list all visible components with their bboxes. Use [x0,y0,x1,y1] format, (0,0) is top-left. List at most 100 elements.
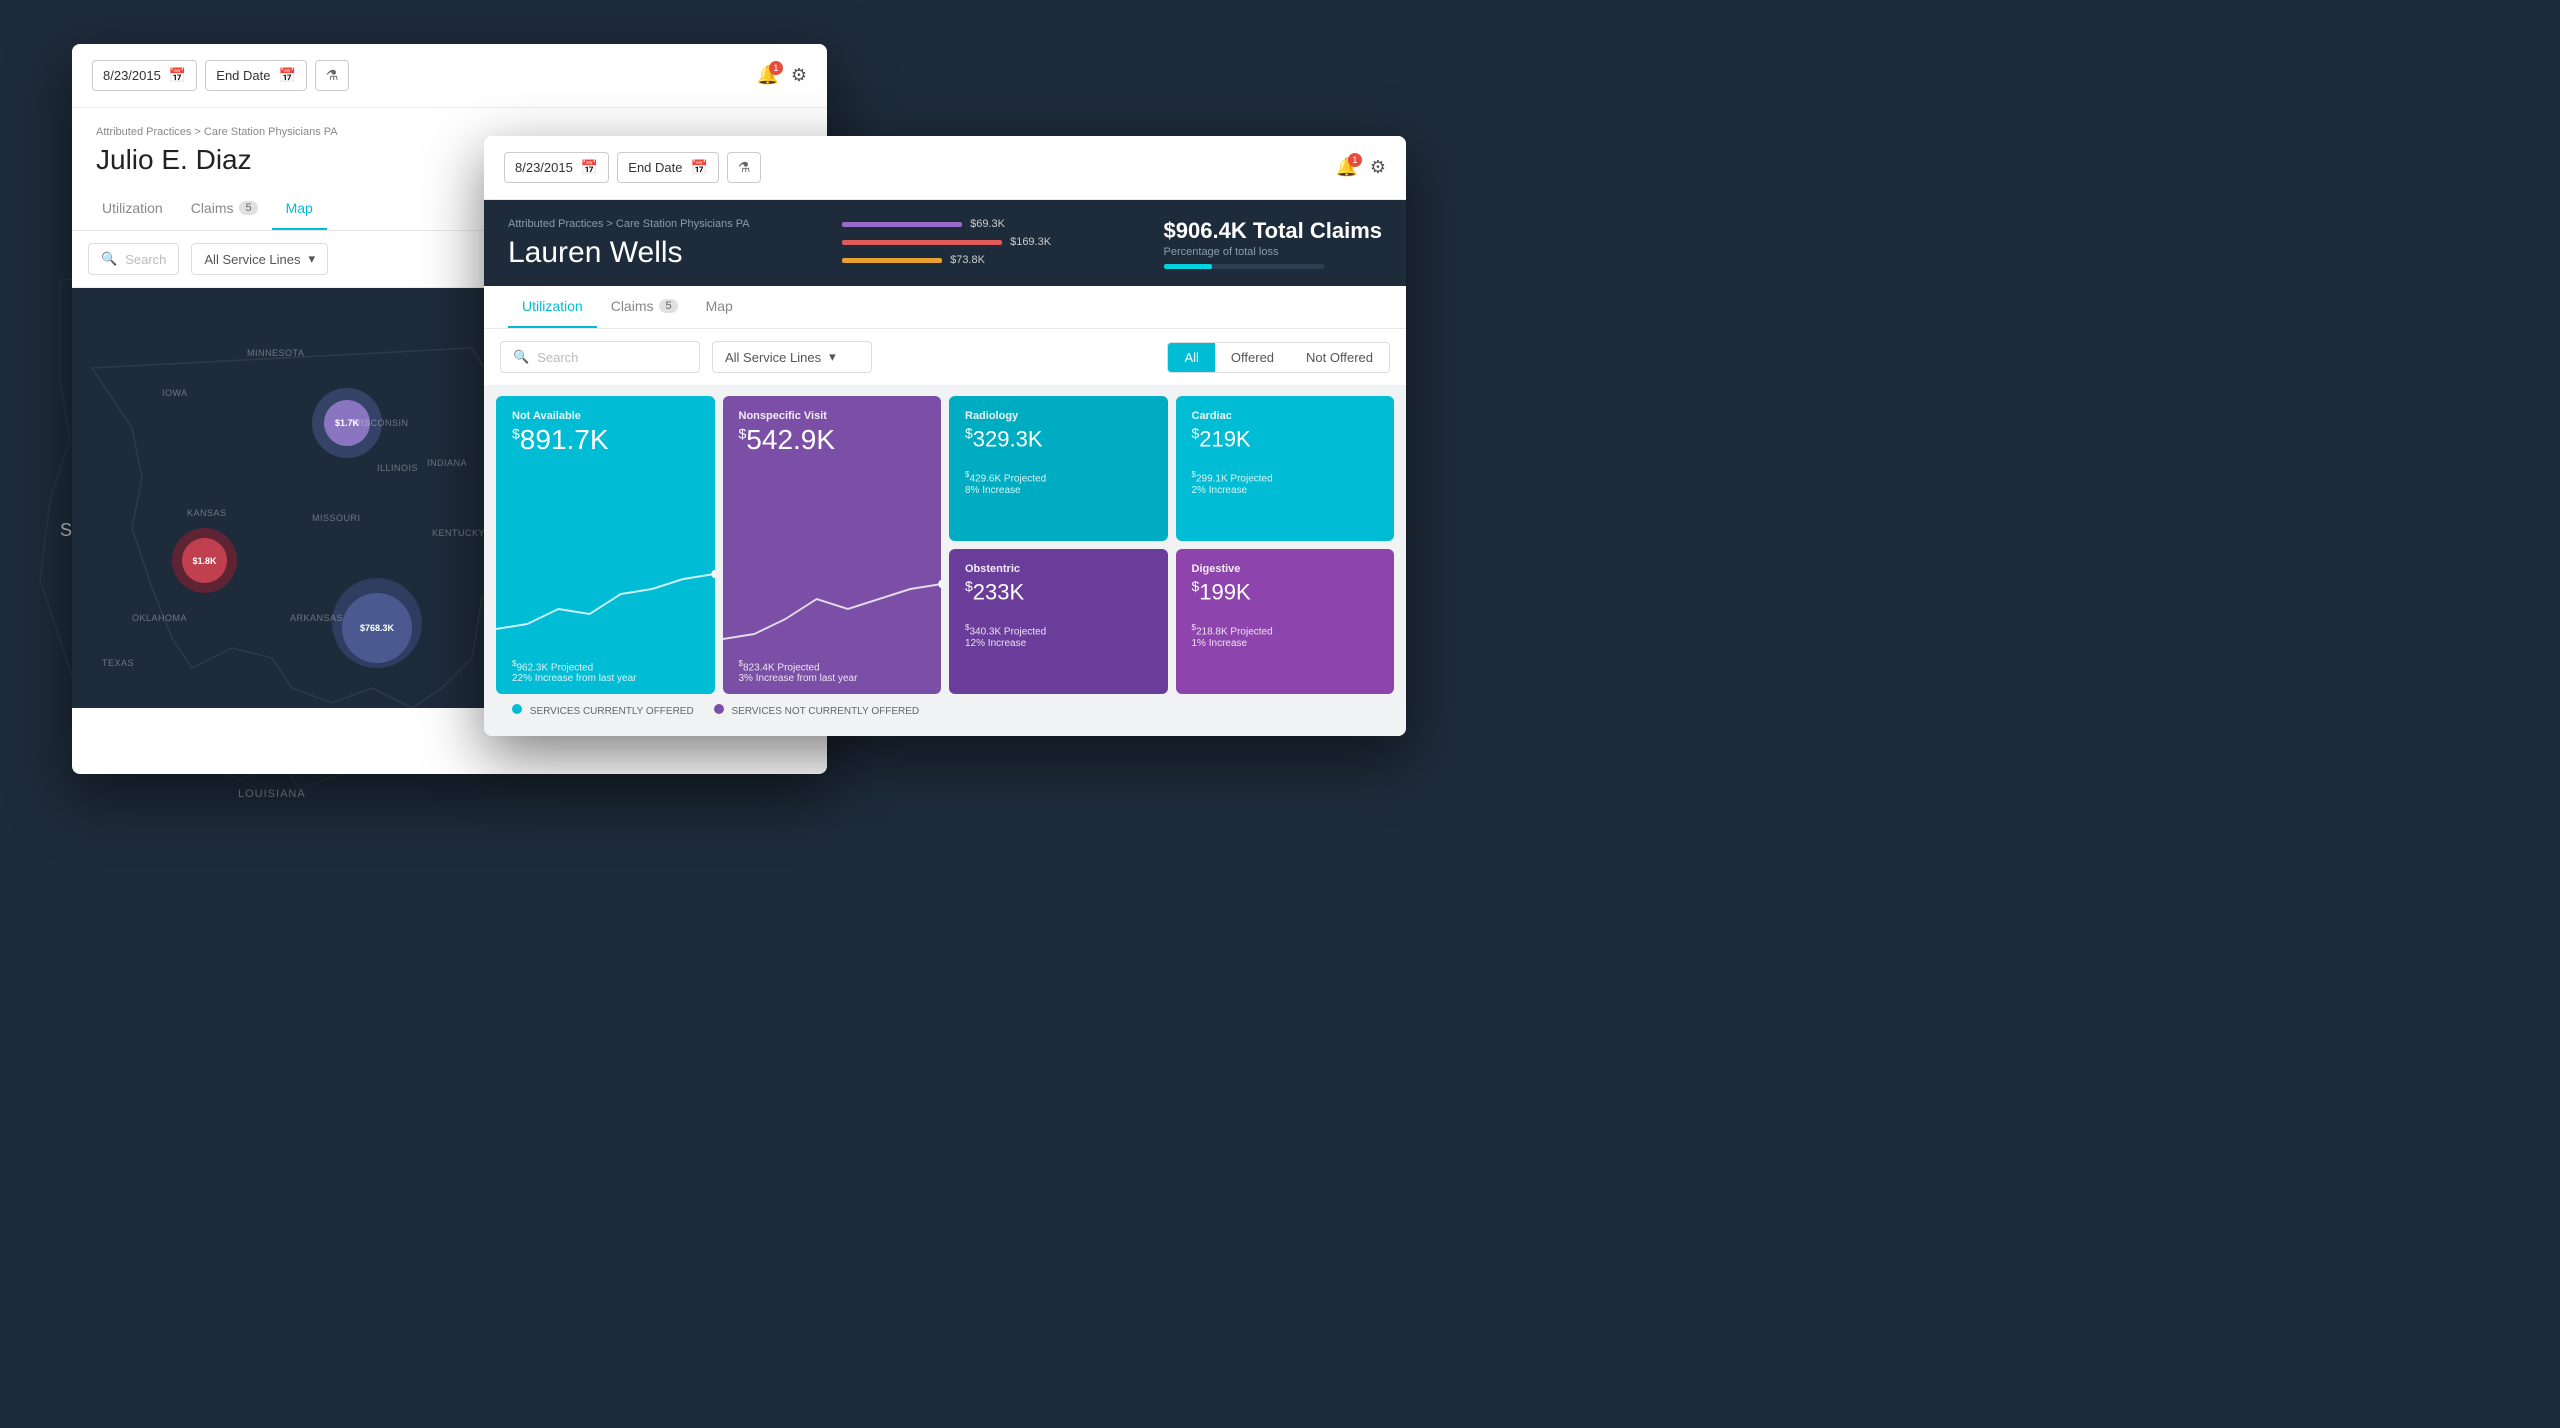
tab-map-front[interactable]: Map [692,286,747,328]
tab-map-back[interactable]: Map [272,188,327,230]
toggle-not-offered-button[interactable]: Not Offered [1290,343,1389,372]
card-title-nonspecific: Nonspecific Visit [739,410,926,422]
legend-row-2: $169.3K [842,236,1051,248]
card-amount-radiology: $329.3K [965,426,1152,450]
projected-sub-radiology: 8% Increase [965,485,1152,496]
legend-row-3: $73.8K [842,254,1051,266]
calendar-icon-start-back: 📅 [169,67,186,84]
state-label-mn-back: MINNESOTA [247,348,304,358]
legend-bar-2 [842,240,1002,245]
sparkline-not-available [496,569,715,649]
service-lines-back[interactable]: All Service Lines ▾ [191,243,328,275]
card-amount-obstentric: $233K [965,579,1152,603]
card-footer-digestive: $218.8K Projected 1% Increase [1192,605,1379,648]
service-lines-label-back: All Service Lines [204,252,300,267]
state-label-wi-back: WISCONSIN [352,418,409,428]
state-label-il-back: ILLINOIS [377,463,418,473]
card-cardiac[interactable]: Cardiac $219K $299.1K Projected 2% Incre… [1176,396,1395,541]
service-lines-label-front: All Service Lines [725,350,821,365]
patient-name-front: Lauren Wells [508,236,750,270]
start-date-back[interactable]: 8/23/2015 📅 [92,60,197,91]
legend-value-1: $69.3K [970,218,1005,230]
percentage-bar-fill [1164,264,1212,269]
projected-sub-digestive: 1% Increase [1192,638,1379,649]
card-not-available[interactable]: Not Available $891.7K $962.3K Projected … [496,396,715,694]
card-obstentric[interactable]: Obstentric $233K $340.3K Projected 12% I… [949,549,1168,694]
header-legend: $69.3K $169.3K $73.8K [842,218,1051,266]
tab-claims-back[interactable]: Claims 5 [177,188,272,230]
sparkline-nonspecific [723,569,942,649]
window-lauren-wells: 8/23/2015 📅 End Date 📅 ⚗ 🔔 1 ⚙ Attribute… [484,136,1406,736]
end-date-back[interactable]: End Date 📅 [205,60,307,91]
card-title-cardiac: Cardiac [1192,410,1379,422]
tab-claims-front[interactable]: Claims 5 [597,286,692,328]
legend-dot-offered [512,704,522,714]
card-title-not-available: Not Available [512,410,699,422]
toolbar-front: 8/23/2015 📅 End Date 📅 ⚗ 🔔 1 ⚙ [484,136,1406,200]
search-box-back[interactable]: 🔍 Search [88,243,179,275]
settings-button-back[interactable]: ⚙ [791,65,807,86]
calendar-icon-start-front: 📅 [581,159,598,176]
breadcrumb-front: Attributed Practices > Care Station Phys… [508,218,750,230]
card-title-digestive: Digestive [1192,563,1379,575]
card-digestive[interactable]: Digestive $199K $218.8K Projected 1% Inc… [1176,549,1395,694]
service-lines-front[interactable]: All Service Lines ▾ [712,341,872,373]
filter-button-front[interactable]: ⚗ [727,152,762,183]
chevron-down-icon-back: ▾ [309,251,316,267]
end-date-front[interactable]: End Date 📅 [617,152,719,183]
toggle-buttons-group: All Offered Not Offered [1167,342,1390,373]
card-nonspecific-visit[interactable]: Nonspecific Visit $542.9K $823.4K Projec… [723,396,942,694]
card-title-obstentric: Obstentric [965,563,1152,575]
tabs-bar-front: Utilization Claims 5 Map [484,286,1406,329]
map-bubble-back-3: $768.3K [332,578,422,668]
projected-sub-not-available: 22% Increase from last year [512,673,699,684]
notification-button-front[interactable]: 🔔 1 [1335,157,1357,178]
projected-digestive: $218.8K Projected [1192,623,1379,637]
legend-item-offered: SERVICES CURRENTLY OFFERED [512,704,694,717]
state-label-in-back: INDIANA [427,458,467,468]
state-label-ky-back: KENTUCKY [432,528,485,538]
claims-badge-front: 5 [659,299,677,313]
claims-badge-back: 5 [239,201,257,215]
projected-radiology: $429.6K Projected [965,470,1152,484]
toggle-all-button[interactable]: All [1168,343,1214,372]
state-label-iowa-back: IOWA [162,388,188,398]
projected-sub-obstentric: 12% Increase [965,638,1152,649]
search-icon-back: 🔍 [101,251,117,267]
percentage-bar [1164,264,1324,269]
filter-row-front: 🔍 Search All Service Lines ▾ All Offered… [484,329,1406,386]
card-footer-not-available: $962.3K Projected 22% Increase from last… [512,659,699,684]
settings-button-front[interactable]: ⚙ [1370,157,1386,178]
legend-footer: SERVICES CURRENTLY OFFERED SERVICES NOT … [496,694,1394,727]
legend-value-2: $169.3K [1010,236,1051,248]
total-claims-amount: $906.4K Total Claims [1164,218,1382,244]
tab-utilization-front[interactable]: Utilization [508,286,597,328]
start-date-front[interactable]: 8/23/2015 📅 [504,152,609,183]
calendar-icon-end-front: 📅 [690,159,707,176]
card-radiology[interactable]: Radiology $329.3K $429.6K Projected 8% I… [949,396,1168,541]
projected-obstentric: $340.3K Projected [965,623,1152,637]
total-claims-box: $906.4K Total Claims Percentage of total… [1144,218,1382,269]
card-footer-obstentric: $340.3K Projected 12% Increase [965,605,1152,648]
end-date-value-front: End Date [628,160,682,175]
state-label-ks-back: KANSAS [187,508,227,518]
notification-button-back[interactable]: 🔔 1 [756,65,778,86]
filter-button-back[interactable]: ⚗ [315,60,350,91]
toggle-offered-button[interactable]: Offered [1215,343,1290,372]
toolbar-back: 8/23/2015 📅 End Date 📅 ⚗ 🔔 1 ⚙ [72,44,827,108]
state-louisiana: LOUISIANA [238,788,306,800]
tab-utilization-back[interactable]: Utilization [88,188,177,230]
calendar-icon-end-back: 📅 [278,67,295,84]
search-box-front[interactable]: 🔍 Search [500,341,700,373]
notification-badge-back: 1 [769,61,783,75]
card-footer-cardiac: $299.1K Projected 2% Increase [1192,452,1379,495]
legend-row-1: $69.3K [842,218,1051,230]
projected-cardiac: $299.1K Projected [1192,470,1379,484]
legend-dot-not-offered [714,704,724,714]
projected-sub-nonspecific: 3% Increase from last year [739,673,926,684]
legend-value-3: $73.8K [950,254,985,266]
end-date-value-back: End Date [216,68,270,83]
chevron-down-icon-front: ▾ [829,349,836,365]
card-amount-not-available: $891.7K [512,426,699,454]
card-amount-nonspecific: $542.9K [739,426,926,454]
